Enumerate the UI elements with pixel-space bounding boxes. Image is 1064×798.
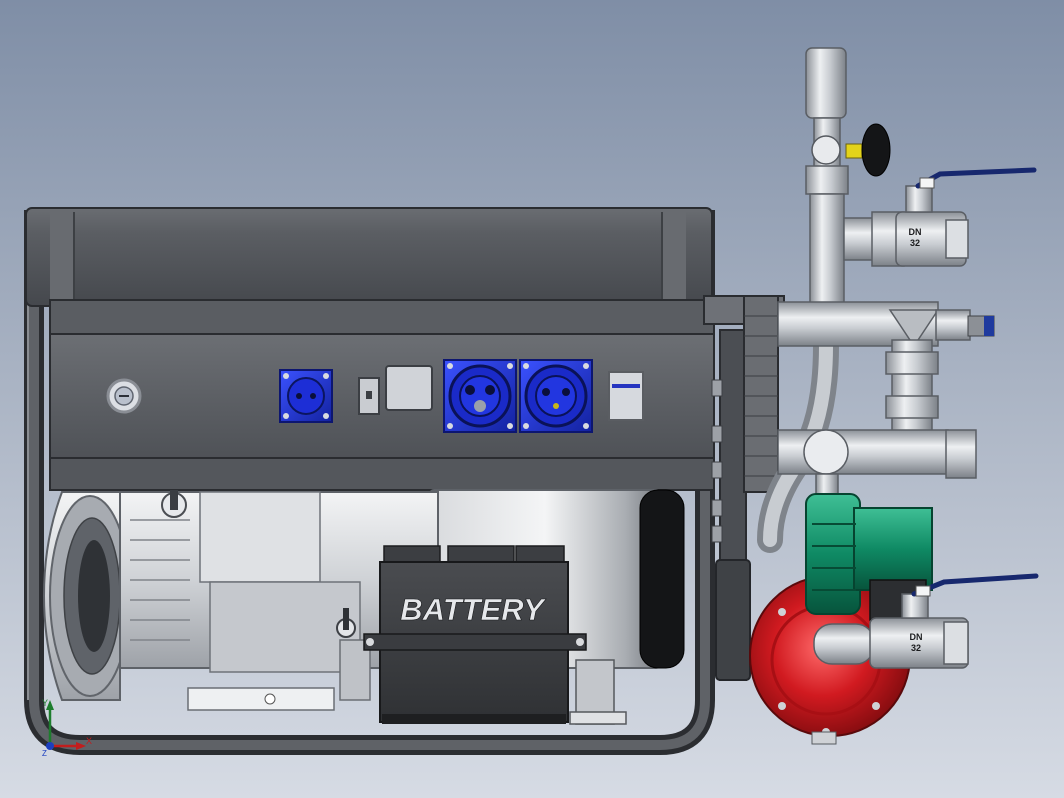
- switch-icon: [358, 377, 380, 415]
- battery-label: BATTERY: [400, 592, 547, 627]
- generator-pump-assembly: BATTERY DN 32 DN 32 Y X Z: [24, 47, 1039, 758]
- breaker-icon: [385, 365, 433, 411]
- fuel-tank: [25, 207, 713, 307]
- valve-size-label-top-1: DN: [909, 227, 922, 237]
- ball-valve-icon[interactable]: [895, 167, 1037, 267]
- battery-icon: [363, 545, 587, 724]
- valve-size-label-top-2: 32: [910, 238, 920, 248]
- indicator-icon: [608, 371, 644, 421]
- mounting-bracket: [569, 659, 627, 725]
- socket-2pin-icon: [279, 369, 333, 423]
- pipework: [757, 47, 995, 553]
- cad-viewport[interactable]: BATTERY DN 32 DN 32 Y X Z: [0, 0, 1064, 798]
- triad-x-label: X: [86, 736, 92, 746]
- triad-z-label: Z: [42, 749, 47, 758]
- triad-y-label: Y: [42, 698, 48, 708]
- hour-meter-icon: [106, 378, 142, 414]
- valve-size-label-bottom-1: DN: [910, 632, 923, 642]
- socket-2pin-round-icon: [519, 359, 593, 433]
- valve-size-label-bottom-2: 32: [911, 643, 921, 653]
- socket-3pin-icon: [443, 359, 517, 433]
